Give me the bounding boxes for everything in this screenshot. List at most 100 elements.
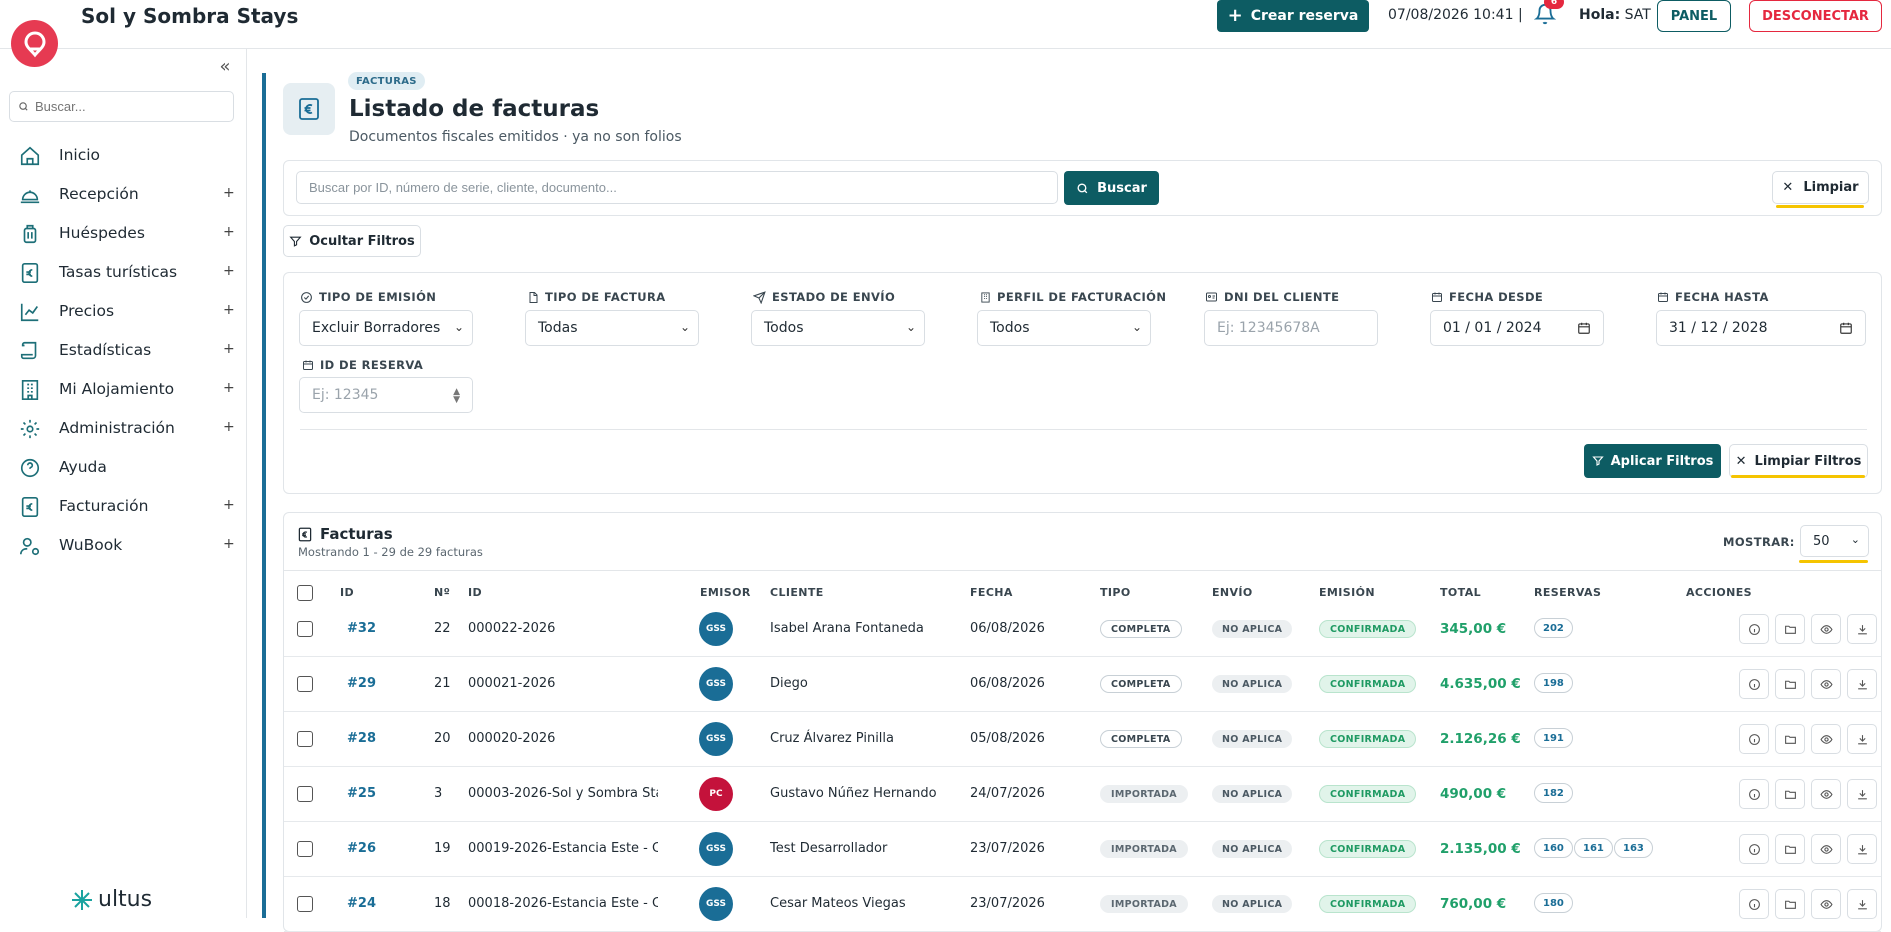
sidebar-search-input[interactable] (35, 99, 215, 114)
toggle-filters-button[interactable]: Ocultar Filtros (283, 225, 421, 257)
sidebar-item-facturación[interactable]: Facturación + (0, 486, 245, 526)
invoice-type-label: TIPO DE FACTURA (527, 290, 666, 304)
expand-icon[interactable]: + (223, 224, 235, 240)
expand-icon[interactable]: + (223, 302, 235, 318)
expand-icon[interactable]: + (223, 341, 235, 357)
sidebar-item-administración[interactable]: Administración + (0, 408, 245, 448)
download-action-button[interactable] (1847, 889, 1877, 919)
folder-action-button[interactable] (1775, 889, 1805, 919)
invoice-id-link[interactable]: #25 (347, 786, 376, 801)
download-action-button[interactable] (1847, 614, 1877, 644)
sidebar-item-mi-alojamiento[interactable]: Mi Alojamiento + (0, 369, 245, 409)
reservation-link[interactable]: 182 (1534, 783, 1573, 803)
info-action-button[interactable] (1739, 724, 1769, 754)
folder-action-button[interactable] (1775, 614, 1805, 644)
invoice-search-input[interactable] (296, 171, 1058, 204)
send-status-select[interactable]: Todos ⌄ (751, 310, 925, 346)
info-action-button[interactable] (1739, 779, 1769, 809)
eye-action-button[interactable] (1811, 724, 1841, 754)
row-checkbox[interactable] (297, 676, 313, 692)
table-row[interactable]: #25 3 00003-2026-Sol y Sombra Stays PC Gusta… (284, 767, 1881, 822)
eye-action-button[interactable] (1811, 834, 1841, 864)
folder-action-button[interactable] (1775, 669, 1805, 699)
client-dni-input[interactable]: Ej: 12345678A (1204, 310, 1378, 346)
logout-button[interactable]: DESCONECTAR (1749, 0, 1882, 32)
invoice-type-select[interactable]: Todas ⌄ (525, 310, 699, 346)
reservation-link[interactable]: 191 (1534, 728, 1573, 748)
download-action-button[interactable] (1847, 669, 1877, 699)
expand-icon[interactable]: + (223, 536, 235, 552)
reservation-link[interactable]: 160 (1534, 838, 1573, 858)
sidebar-item-recepción[interactable]: Recepción + (0, 174, 245, 214)
calendar-picker-icon[interactable] (1577, 321, 1591, 335)
info-action-button[interactable] (1739, 669, 1769, 699)
row-checkbox[interactable] (297, 841, 313, 857)
row-checkbox[interactable] (297, 731, 313, 747)
reservation-link[interactable]: 161 (1574, 838, 1613, 858)
folder-action-button[interactable] (1775, 724, 1805, 754)
invoice-id-link[interactable]: #32 (347, 621, 376, 636)
panel-button[interactable]: PANEL (1657, 0, 1731, 32)
reservation-id-input[interactable]: Ej: 12345 ▲ ▼ (299, 377, 473, 413)
table-row[interactable]: #28 20 000020-2026 GSS Cruz Álvarez Pinilla 0… (284, 712, 1881, 767)
eye-action-button[interactable] (1811, 614, 1841, 644)
expand-icon[interactable]: + (223, 380, 235, 396)
sidebar-item-tasas-turísticas[interactable]: Tasas turísticas + (0, 252, 245, 292)
sidebar-item-estadísticas[interactable]: Estadísticas + (0, 330, 245, 370)
reservation-link[interactable]: 198 (1534, 673, 1573, 693)
sidebar-item-huéspedes[interactable]: Huéspedes + (0, 213, 245, 253)
collapse-sidebar-icon[interactable]: « (215, 57, 235, 77)
apply-filters-button[interactable]: Aplicar Filtros (1584, 444, 1721, 478)
table-row[interactable]: #29 21 000021-2026 GSS Diego 06/08/2026 COMPLE… (284, 657, 1881, 712)
info-action-button[interactable] (1739, 834, 1769, 864)
sidebar-item-precios[interactable]: Precios + (0, 291, 245, 331)
eye-action-button[interactable] (1811, 669, 1841, 699)
table-row[interactable]: #24 18 00018-2026-Estancia Este - Cas GSS Ce… (284, 877, 1881, 932)
reservation-link[interactable]: 180 (1534, 893, 1573, 913)
expand-icon[interactable]: + (223, 419, 235, 435)
type-badge: IMPORTADA (1100, 840, 1188, 858)
clear-filters-button[interactable]: ✕ Limpiar Filtros (1729, 444, 1868, 478)
expand-icon[interactable]: + (223, 497, 235, 513)
download-action-button[interactable] (1847, 779, 1877, 809)
calendar-picker-icon[interactable] (1839, 321, 1853, 335)
invoice-id-link[interactable]: #24 (347, 896, 376, 911)
invoice-id-link[interactable]: #28 (347, 731, 376, 746)
eye-action-button[interactable] (1811, 779, 1841, 809)
folder-action-button[interactable] (1775, 834, 1805, 864)
expand-icon[interactable]: + (223, 185, 235, 201)
emission-type-select[interactable]: Excluir Borradores ⌄ (299, 310, 473, 346)
eye-action-button[interactable] (1811, 889, 1841, 919)
number-stepper-icon[interactable]: ▲ ▼ (453, 388, 460, 405)
reservation-link[interactable]: 163 (1614, 838, 1653, 858)
table-row[interactable]: #26 19 00019-2026-Estancia Este - Cas GSS Te… (284, 822, 1881, 877)
row-checkbox[interactable] (297, 621, 313, 637)
date-to-input[interactable]: 31 / 12 / 2028 (1656, 310, 1866, 346)
sidebar-item-inicio[interactable]: Inicio (0, 135, 245, 175)
search-button[interactable]: Buscar (1064, 171, 1159, 205)
invoice-id-link[interactable]: #29 (347, 676, 376, 691)
create-reservation-button[interactable]: + Crear reserva (1217, 0, 1369, 32)
invoice-id-link[interactable]: #26 (347, 841, 376, 856)
select-all-checkbox[interactable] (297, 585, 313, 601)
folder-action-button[interactable] (1775, 779, 1805, 809)
info-action-button[interactable] (1739, 614, 1769, 644)
row-checkbox[interactable] (297, 896, 313, 912)
euro-receipt-icon (21, 263, 39, 283)
expand-icon[interactable]: + (223, 263, 235, 279)
page-size-select[interactable]: 50 ⌄ (1800, 525, 1869, 557)
reservation-link[interactable]: 202 (1534, 618, 1573, 638)
billing-profile-select[interactable]: Todos ⌄ (977, 310, 1151, 346)
brand-logo[interactable] (11, 20, 58, 67)
sidebar-item-wubook[interactable]: WuBook + (0, 525, 245, 565)
row-checkbox[interactable] (297, 786, 313, 802)
info-action-button[interactable] (1739, 889, 1769, 919)
table-row[interactable]: #32 22 000022-2026 GSS Isabel Arana Fontaned… (284, 602, 1881, 657)
sidebar-item-ayuda[interactable]: Ayuda (0, 447, 245, 487)
download-action-button[interactable] (1847, 724, 1877, 754)
column-header: ACCIONES (1686, 586, 1752, 599)
sidebar-search[interactable] (9, 91, 234, 122)
download-action-button[interactable] (1847, 834, 1877, 864)
clear-search-button[interactable]: ✕ Limpiar (1772, 171, 1869, 204)
date-from-input[interactable]: 01 / 01 / 2024 (1430, 310, 1604, 346)
